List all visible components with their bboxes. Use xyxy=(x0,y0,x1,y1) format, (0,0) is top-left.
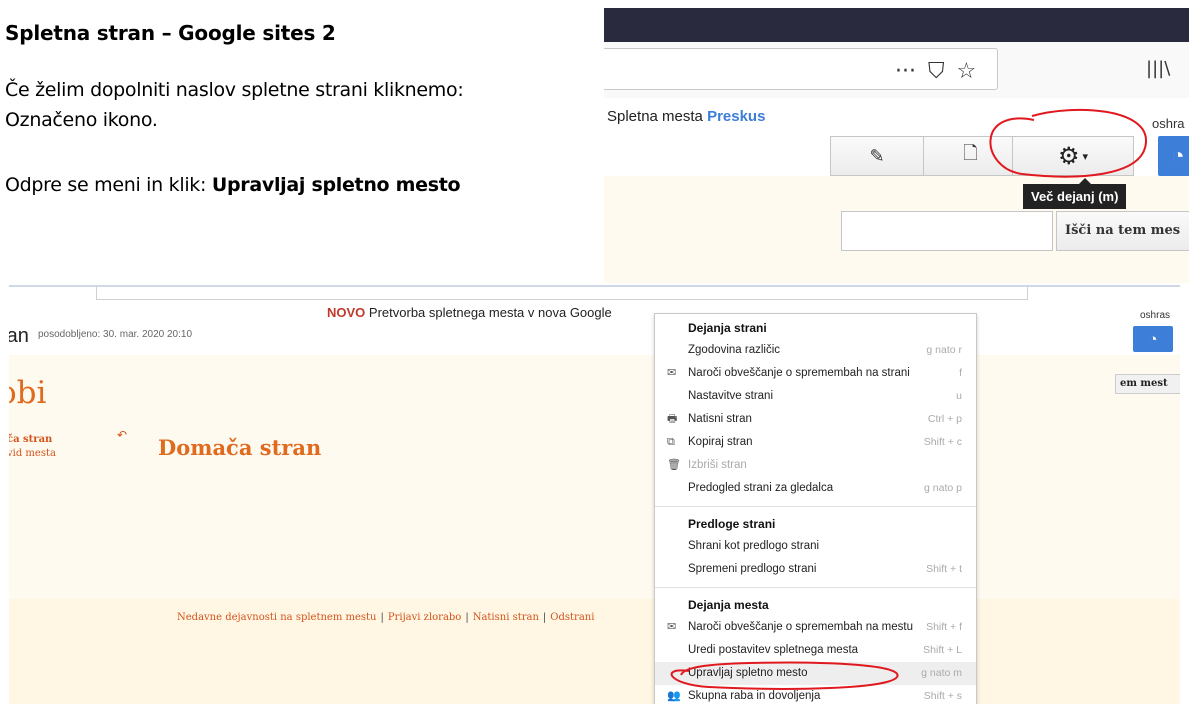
notice-new-label: NOVO xyxy=(327,305,366,320)
menu-separator xyxy=(655,587,976,588)
new-page-icon: 🗋 xyxy=(963,143,978,163)
more-actions-tooltip: Več dejanj (m) xyxy=(1023,178,1127,209)
conversion-notice: NOVO Pretvorba spletnega mesta v nova Go… xyxy=(327,305,612,320)
menu-item-sharing[interactable]: 👥 Skupna raba in dovoljenja Shift + s xyxy=(655,685,976,704)
menu-item-subscribe-page[interactable]: ✉ Naroči obveščanje o spremembah na stran… xyxy=(655,362,976,385)
globe-icon: ◔ xyxy=(1148,330,1158,348)
menu-item-delete-page: 🗑 Izbriši stran xyxy=(655,454,976,477)
menu-item-page-settings[interactable]: Nastavitve strani u xyxy=(655,385,976,408)
caret-down-icon: ▾ xyxy=(1082,150,1089,163)
site-search-button[interactable]: em mest xyxy=(1115,374,1180,394)
footer-link-recent-activity[interactable]: Nedavne dejavnosti na spletnem mestu xyxy=(177,612,377,623)
instruction-text: Odpre se meni in klik: xyxy=(5,174,212,196)
envelope-icon: ✉ xyxy=(667,621,677,633)
new-page-button[interactable]: 🗋 xyxy=(924,136,1018,176)
browser-titlebar xyxy=(604,8,1189,42)
notice-text: Pretvorba spletnega mesta v nova Google xyxy=(368,305,612,320)
library-icon[interactable]: |||\ xyxy=(1146,58,1170,79)
address-bar[interactable]: ··· ⛉ ☆ xyxy=(604,48,998,90)
menu-item-change-template[interactable]: Spremeni predlogo strani Shift + t xyxy=(655,558,976,581)
user-name: oshras xyxy=(1140,310,1171,321)
pocket-icon[interactable]: ⛉ xyxy=(928,59,945,84)
menu-item-subscribe-site[interactable]: ✉ Naroči obveščanje o spremembah na mestu… xyxy=(655,616,976,639)
site-name-link[interactable]: Preskus xyxy=(707,108,765,125)
globe-icon: ◔ xyxy=(1171,143,1185,168)
envelope-icon: ✉ xyxy=(667,367,677,379)
instruction-paragraph-2: Odpre se meni in klik: Upravljaj spletno… xyxy=(5,170,461,200)
more-icon[interactable]: ··· xyxy=(895,59,916,84)
menu-item-manage-site[interactable]: Upravljaj spletno mesto g nato m xyxy=(655,662,976,685)
browser-toolbar: ··· ⛉ ☆ |||\ xyxy=(604,42,1189,98)
edit-button-group: ✎ 🗋 xyxy=(830,136,1018,176)
instruction-bold-target: Upravljaj spletno mesto xyxy=(211,174,461,196)
menu-item-save-template[interactable]: Shrani kot predlogo strani xyxy=(655,535,976,558)
printer-icon: 🖶 xyxy=(667,413,678,425)
copy-icon: ⧉ xyxy=(667,436,675,448)
address-bar[interactable] xyxy=(96,287,1028,300)
footer-link-remove[interactable]: Odstrani xyxy=(550,612,594,623)
sidebar-item-home[interactable]: ča stran xyxy=(9,434,52,445)
menu-separator xyxy=(655,506,976,507)
document-title: Spletna stran – Google sites 2 xyxy=(5,21,336,45)
screenshot-toolbar: ··· ⛉ ☆ |||\ Spletna mesta Preskus oshra ✎… xyxy=(604,8,1189,283)
menu-item-edit-layout[interactable]: Uredi postavitev spletnega mesta Shift + … xyxy=(655,639,976,662)
sidebar-item-sitemap[interactable]: vid mesta xyxy=(9,448,56,459)
screenshot-menu: NOVO Pretvorba spletnega mesta v nova Go… xyxy=(9,285,1180,704)
bookmark-star-icon[interactable]: ☆ xyxy=(957,59,977,84)
more-actions-button[interactable]: ⚙ ▾ xyxy=(1012,136,1134,176)
site-header-title: obi xyxy=(9,375,47,411)
menu-item-copy-page[interactable]: ⧉ Kopiraj stran Shift + c xyxy=(655,431,976,454)
menu-heading-page-templates: Predloge strani xyxy=(688,517,776,531)
user-name: oshra xyxy=(1152,116,1185,131)
share-globe-button[interactable]: ◔ xyxy=(1133,326,1173,352)
menu-item-revision-history[interactable]: Zgodovina različic g nato r xyxy=(655,339,976,362)
site-breadcrumb: Spletna mesta Preskus xyxy=(607,108,765,125)
address-bar-icons: ··· ⛉ ☆ xyxy=(895,59,988,84)
sites-label: Spletna mesta xyxy=(607,108,703,125)
menu-item-preview-page[interactable]: Predogled strani za gledalca g nato p xyxy=(655,477,976,500)
share-globe-button[interactable]: ◔ xyxy=(1158,136,1189,176)
instruction-paragraph-1: Če želim dopolniti naslov spletne strani… xyxy=(5,79,464,131)
more-actions-menu: Dejanja strani Zgodovina različic g nato … xyxy=(654,313,977,704)
trash-icon: 🗑 xyxy=(667,459,681,471)
people-icon: 👥 xyxy=(667,690,681,702)
menu-heading-page-actions: Dejanja strani xyxy=(688,321,767,335)
page-title: Domača stran xyxy=(158,435,322,460)
pencil-icon: ✎ xyxy=(869,145,885,166)
gear-icon: ⚙ xyxy=(1057,142,1080,170)
menu-heading-site-actions: Dejanja mesta xyxy=(688,598,769,612)
footer-link-print[interactable]: Natisni stran xyxy=(473,612,539,623)
footer-link-report-abuse[interactable]: Prijavi zlorabo xyxy=(388,612,461,623)
nav-arrow-icon: ↶ xyxy=(117,428,128,442)
edit-page-button[interactable]: ✎ xyxy=(830,136,924,176)
footer-links: Nedavne dejavnosti na spletnem mestu | Pri… xyxy=(177,612,595,623)
last-updated: posodobljeno: 30. mar. 2020 20:10 xyxy=(38,329,193,340)
site-title: ran xyxy=(9,325,29,347)
site-search-button[interactable]: Išči na tem mes xyxy=(1056,211,1189,251)
site-search-input[interactable] xyxy=(841,211,1053,251)
menu-item-print-page[interactable]: 🖶 Natisni stran Ctrl + p xyxy=(655,408,976,431)
